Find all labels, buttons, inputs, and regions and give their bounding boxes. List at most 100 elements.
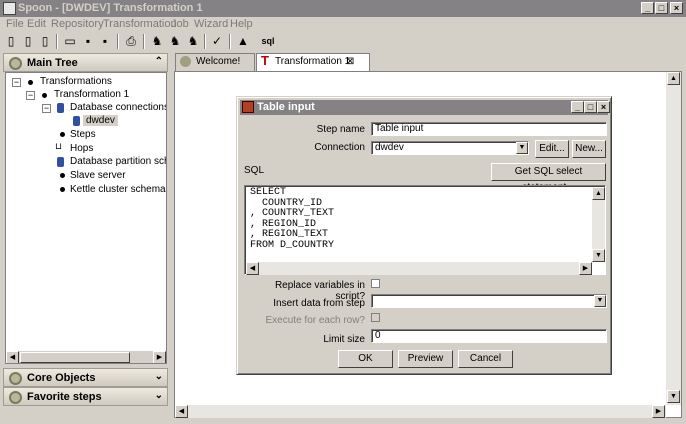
get-sql-button[interactable]: Get SQL select statement... [491, 163, 606, 193]
connection-select[interactable]: dwdev ▼ [371, 141, 529, 155]
run-icon[interactable]: ♞ [149, 33, 165, 49]
window-title: Spoon - [DWDEV] Transformation 1 [18, 2, 203, 14]
tree-item-partition[interactable]: Database partition schemas [70, 156, 166, 167]
sql-line: SELECT [250, 187, 287, 198]
tree-item-db-connections[interactable]: Database connections [70, 102, 166, 113]
limit-size-input[interactable]: 0 [371, 329, 607, 343]
check-icon[interactable]: ✓ [209, 33, 225, 49]
chevron-down-icon: ⌄ [154, 390, 163, 401]
preview-icon[interactable]: ♞ [167, 33, 183, 49]
debug-icon[interactable]: ♞ [185, 33, 201, 49]
chevron-down-icon: ⌄ [154, 371, 163, 382]
minimize-button[interactable]: _ [641, 2, 654, 14]
menu-help[interactable]: Help [230, 18, 253, 30]
step-name-label: Step name [316, 124, 365, 135]
close-button[interactable]: × [670, 2, 683, 14]
favorite-steps-header[interactable]: Favorite steps ⌄ [3, 387, 168, 406]
tab-transformation-label: Transformation 1 [275, 56, 351, 67]
new-job-icon[interactable]: ▯ [37, 33, 53, 49]
edit-connection-button[interactable]: Edit... [535, 140, 569, 158]
app-icon [3, 2, 16, 15]
sql-line: , COUNTRY_TEXT [250, 208, 335, 219]
canvas-hscrollbar[interactable]: ◀ ▶ [175, 405, 666, 418]
new-connection-button[interactable]: New... [572, 140, 606, 158]
core-objects-header[interactable]: Core Objects ⌄ [3, 368, 168, 387]
close-tab-icon[interactable]: ⊠ [346, 54, 354, 70]
hops-icon: ⊔ [55, 141, 63, 151]
tab-transformation-1[interactable]: T Transformation 1 ⊠ [256, 53, 370, 71]
scroll-left-icon[interactable]: ◀ [246, 262, 259, 275]
scroll-up-icon[interactable]: ▲ [667, 72, 680, 85]
window-titlebar: Spoon - [DWDEV] Transformation 1 _ □ × [0, 0, 686, 17]
menu-file[interactable]: File [6, 18, 24, 30]
scroll-left-icon[interactable]: ◀ [6, 351, 19, 363]
menu-job[interactable]: Job [171, 18, 189, 30]
scroll-left-icon[interactable]: ◀ [175, 405, 188, 418]
save-as-icon[interactable]: ▪ [97, 33, 113, 49]
replace-vars-checkbox[interactable] [371, 279, 380, 288]
main-tree: − Transformations − Transformation 1 − D… [5, 72, 167, 364]
step-name-input[interactable]: Table input [371, 122, 607, 136]
canvas-vscrollbar[interactable]: ▲ ▼ [666, 72, 681, 405]
tree-item-steps[interactable]: Steps [70, 129, 96, 140]
sql-editor[interactable]: SELECT COUNTRY_ID, COUNTRY_TEXT, REGION_… [244, 185, 606, 275]
tree-item-hops[interactable]: Hops [70, 143, 93, 154]
collapse-icon[interactable]: − [12, 78, 21, 87]
sql-text: SELECT COUNTRY_ID, COUNTRY_TEXT, REGION_… [250, 187, 335, 251]
menu-transformation[interactable]: Transformation [103, 18, 177, 30]
tree-item-dwdev[interactable]: dwdev [83, 115, 118, 126]
database-icon [57, 157, 64, 167]
toolbar: ▯ ▯ ▯ ▭ ▪ ▪ ⎙ ♞ ♞ ♞ ✓ ▲ sql [0, 31, 686, 52]
tree-item-transformations[interactable]: Transformations [40, 76, 112, 87]
welcome-icon [180, 56, 191, 67]
dialog-title: Table input [257, 101, 315, 113]
exec-each-checkbox[interactable] [371, 313, 380, 322]
tree-item-slave[interactable]: Slave server [70, 170, 126, 181]
open-folder-icon[interactable]: ▭ [62, 33, 78, 49]
sql-label: SQL [244, 165, 265, 176]
insert-from-label: Insert data from step [273, 298, 365, 309]
new-file-icon[interactable]: ▯ [3, 33, 19, 49]
save-icon[interactable]: ▪ [80, 33, 96, 49]
scroll-right-icon[interactable]: ▶ [153, 351, 166, 363]
collapse-icon[interactable]: − [26, 91, 35, 100]
dropdown-arrow-icon[interactable]: ▼ [594, 295, 606, 307]
table-input-icon [242, 101, 254, 113]
menu-edit[interactable]: Edit [27, 18, 46, 30]
sql-line: , REGION_TEXT [250, 229, 329, 240]
print-icon[interactable]: ⎙ [123, 33, 139, 49]
scroll-down-icon[interactable]: ▼ [667, 390, 680, 403]
tree-item-cluster[interactable]: Kettle cluster schemas [70, 184, 166, 195]
tree-item-transformation-1[interactable]: Transformation 1 [54, 89, 129, 100]
tree-hscrollbar[interactable]: ◀ ▶ [6, 350, 166, 363]
new-transformation-icon[interactable]: ▯ [20, 33, 36, 49]
sql-button[interactable]: sql [260, 33, 276, 49]
dialog-minimize-button[interactable]: _ [571, 101, 584, 113]
connection-value: dwdev [375, 142, 404, 153]
dialog-titlebar: Table input _ □ × [240, 100, 610, 115]
limit-size-label: Limit size [323, 334, 365, 345]
collapse-icon[interactable]: − [42, 104, 51, 113]
maximize-button[interactable]: □ [655, 2, 668, 14]
cancel-button[interactable]: Cancel [458, 350, 513, 368]
exec-each-label: Execute for each row? [265, 315, 366, 326]
favorite-steps-label: Favorite steps [27, 391, 102, 403]
tab-welcome[interactable]: Welcome! [175, 53, 255, 71]
dialog-maximize-button[interactable]: □ [584, 101, 597, 113]
scroll-right-icon[interactable]: ▶ [652, 405, 665, 418]
dialog-close-button[interactable]: × [597, 101, 610, 113]
database-icon [73, 116, 80, 126]
dropdown-arrow-icon[interactable]: ▼ [516, 142, 528, 154]
menu-repository[interactable]: Repository [51, 18, 104, 30]
ok-button[interactable]: OK [338, 350, 393, 368]
scroll-up-icon[interactable]: ▲ [592, 187, 605, 200]
insert-from-select[interactable]: ▼ [371, 294, 607, 308]
menu-wizard[interactable]: Wizard [194, 18, 228, 30]
preview-button[interactable]: Preview [398, 350, 453, 368]
impact-icon[interactable]: ▲ [235, 33, 251, 49]
main-tree-header[interactable]: Main Tree ⌃ [3, 53, 168, 72]
scroll-right-icon[interactable]: ▶ [579, 262, 592, 275]
menu-bar: File Edit Repository Transformation Job … [0, 17, 686, 31]
scroll-down-icon[interactable]: ▼ [592, 249, 605, 262]
connection-label: Connection [314, 142, 365, 153]
